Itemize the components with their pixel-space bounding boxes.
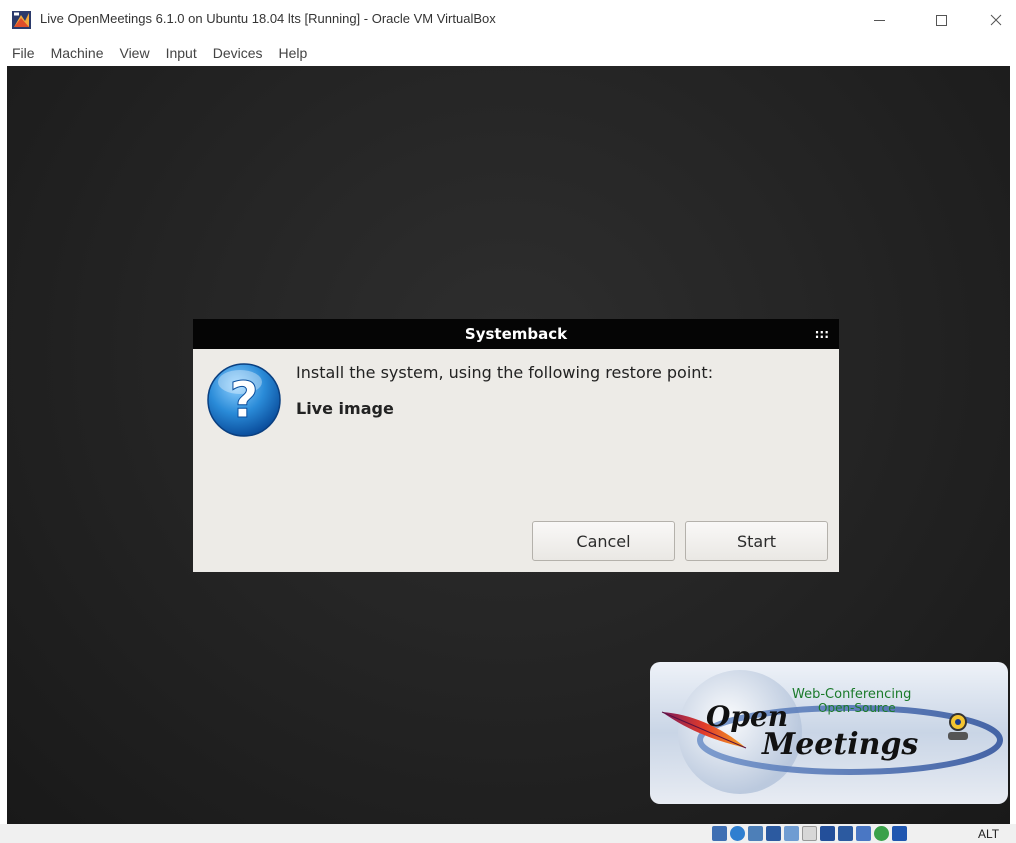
mouse-integration-icon[interactable] [874,826,889,841]
audio-icon[interactable] [748,826,763,841]
systemback-dialog: Systemback ::: ? Install the system, usi… [193,319,839,572]
minimize-icon [873,19,885,21]
maximize-button[interactable] [918,0,964,40]
menu-view[interactable]: View [119,40,149,66]
window-titlebar: Live OpenMeetings 6.1.0 on Ubuntu 18.04 … [0,0,1016,40]
menu-file[interactable]: File [12,40,35,66]
svg-text:?: ? [229,371,258,429]
virtualbox-app-icon [12,11,31,29]
hard-disk-icon[interactable] [712,826,727,841]
cancel-button[interactable]: Cancel [532,521,675,561]
window-title: Live OpenMeetings 6.1.0 on Ubuntu 18.04 … [40,11,496,26]
menu-input[interactable]: Input [166,40,197,66]
dialog-title: Systemback [464,325,568,343]
video-capture-icon[interactable] [838,826,853,841]
close-icon [990,14,1002,26]
logo-web-conferencing: Web-Conferencing [792,687,911,702]
maximize-icon [935,14,947,26]
start-button[interactable]: Start [685,521,828,561]
openmeetings-logo: Web-Conferencing Open-Source Open Meetin… [650,662,1008,804]
menu-help[interactable]: Help [279,40,308,66]
usb-icon[interactable] [784,826,799,841]
close-button[interactable] [973,0,1016,40]
host-key-label: ALT [978,827,1000,841]
restore-point-label: Live image [296,399,394,418]
shared-folders-icon[interactable] [802,826,817,841]
status-icons [712,826,907,841]
menu-machine[interactable]: Machine [51,40,104,66]
vm-display[interactable]: Systemback ::: ? Install the system, usi… [7,66,1010,824]
dialog-message: Install the system, using the following … [296,363,714,382]
logo-meetings: Meetings [761,727,918,762]
menu-bar: File Machine View Input Devices Help [0,40,1016,66]
dialog-menu-icon[interactable]: ::: [815,319,829,349]
status-bar: ALT [0,824,1016,843]
dialog-titlebar[interactable]: Systemback ::: [193,319,839,349]
network-icon[interactable] [766,826,781,841]
minimize-button[interactable] [856,0,902,40]
keyboard-arrow-icon[interactable] [892,826,907,841]
recording-icon[interactable] [856,826,871,841]
display-icon[interactable] [820,826,835,841]
logo-open-source: Open-Source [818,701,896,715]
optical-drive-icon[interactable] [730,826,745,841]
menu-devices[interactable]: Devices [213,40,263,66]
question-icon: ? [207,363,281,437]
